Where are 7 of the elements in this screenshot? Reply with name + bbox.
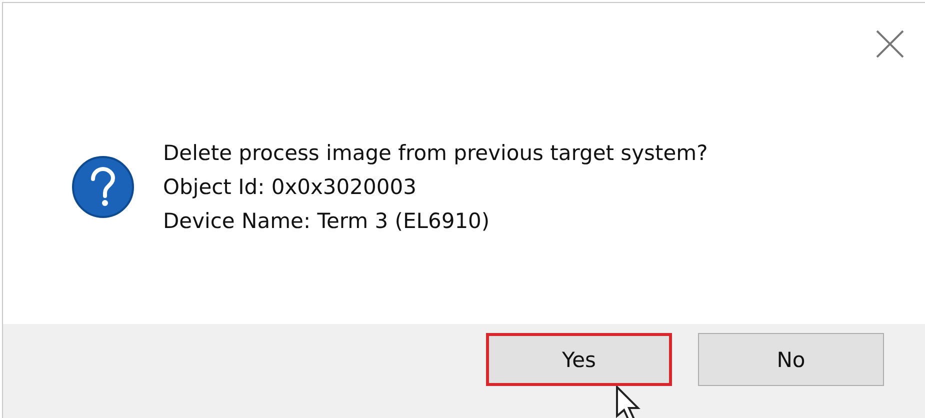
- message-text: Object Id: 0x0x3020003: [163, 174, 418, 200]
- dialog-button[interactable]: No: [698, 333, 884, 386]
- question-icon: [71, 154, 135, 218]
- dialog-button[interactable]: Yes: [486, 333, 672, 386]
- message-text: Device Name: Term 3 (EL6910): [163, 208, 491, 234]
- message-text: Delete process image from previous target system?: [163, 140, 708, 166]
- close-icon[interactable]: [875, 29, 905, 59]
